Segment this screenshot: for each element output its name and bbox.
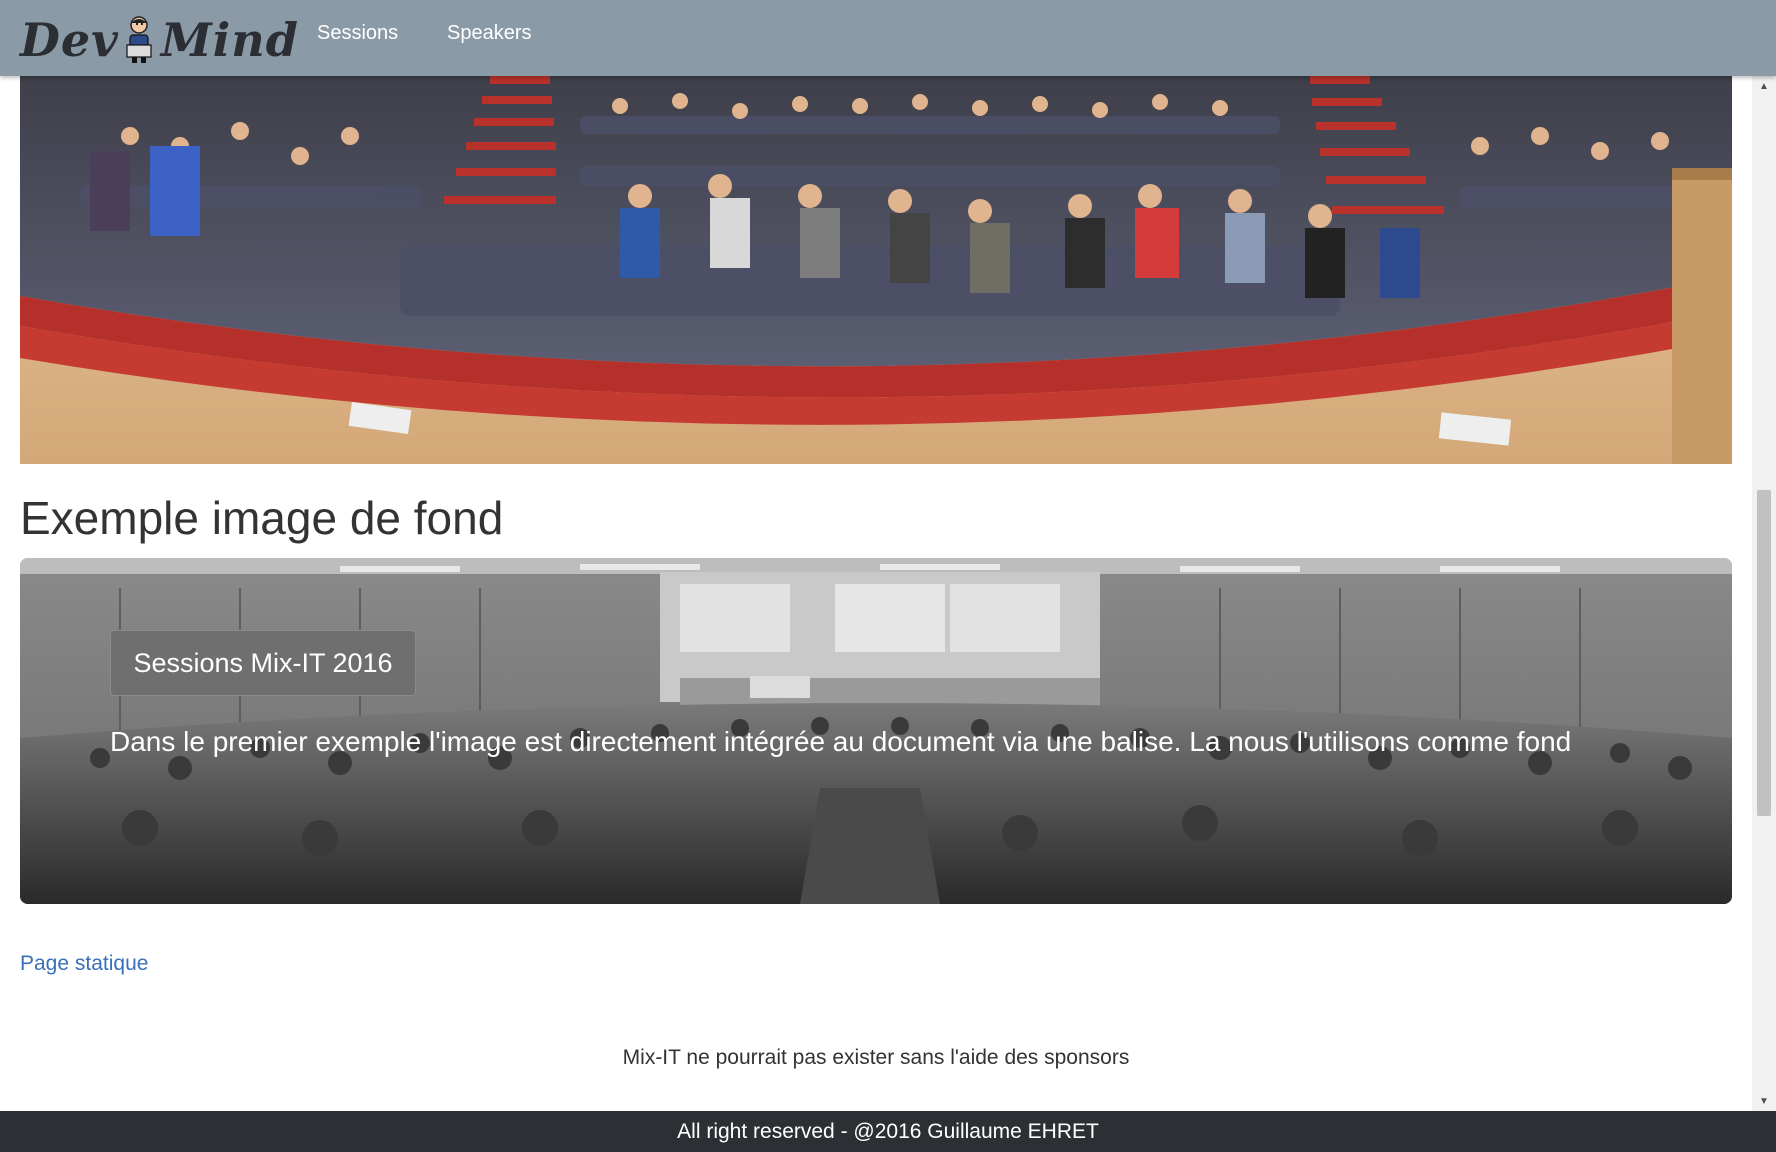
page: Dev Mind Sessions Speakers Exemple image… [0,0,1776,1152]
mascot-icon [126,16,152,63]
sessions-mixit-2016-button[interactable]: Sessions Mix-IT 2016 [110,630,416,696]
audience-photo-image [20,76,1732,464]
vertical-scrollbar[interactable]: ▲ ▼ [1752,76,1776,1111]
sponsors-text: Mix-IT ne pourrait pas exister sans l'ai… [622,1046,1130,1069]
section-title: Exemple image de fond [20,492,504,544]
brand-logo[interactable]: Dev Mind [20,12,299,68]
footer: All right reserved - @2016 Guillaume EHR… [0,1111,1776,1152]
scrollbar-thumb[interactable] [1757,490,1771,816]
scroll-up-arrow-icon[interactable]: ▲ [1752,76,1776,96]
nav-link-sessions[interactable]: Sessions [317,20,398,46]
nav-link-speakers[interactable]: Speakers [447,20,532,46]
sessions-banner: Sessions Mix-IT 2016 Dans le premier exe… [20,558,1732,904]
navbar: Dev Mind Sessions Speakers [0,0,1776,76]
static-page-link[interactable]: Page statique [20,950,148,978]
audience-photo [20,76,1732,464]
brand-left-text: Dev [20,13,119,67]
brand-right-text: Mind [160,13,299,67]
banner-description: Dans le premier exemple l'image est dire… [110,726,1572,757]
scroll-down-arrow-icon[interactable]: ▼ [1752,1091,1776,1111]
